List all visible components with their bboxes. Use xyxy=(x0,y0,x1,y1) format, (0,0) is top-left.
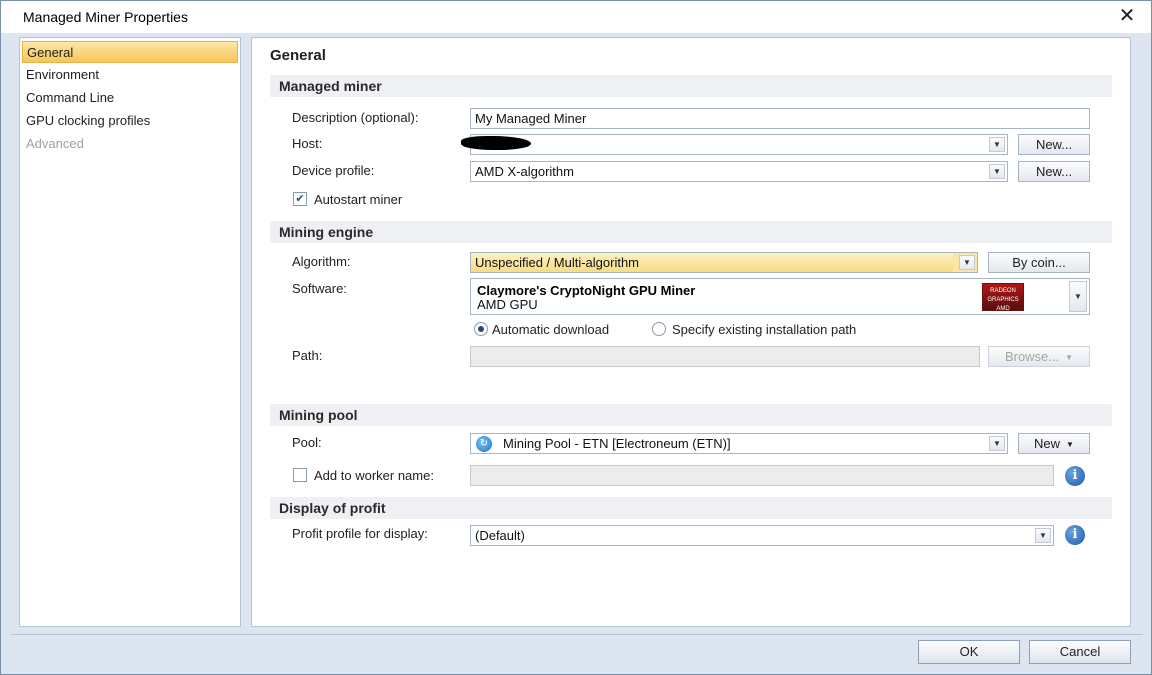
profit-profile-label: Profit profile for display: xyxy=(292,526,428,541)
panel-title: General xyxy=(270,47,326,64)
automatic-download-radio[interactable] xyxy=(474,322,488,336)
algorithm-label: Algorithm: xyxy=(292,254,351,269)
radio-selected-dot xyxy=(478,326,484,332)
description-label: Description (optional): xyxy=(292,110,419,125)
add-worker-label: Add to worker name: xyxy=(314,468,434,483)
host-select[interactable]: ▼ xyxy=(470,134,1008,155)
section-mining-engine: Mining engine xyxy=(270,221,1112,243)
software-subtitle: AMD GPU xyxy=(477,297,538,312)
chevron-down-icon[interactable]: ▼ xyxy=(959,255,975,270)
device-profile-label: Device profile: xyxy=(292,163,375,178)
host-new-button[interactable]: New... xyxy=(1018,134,1090,155)
info-icon[interactable]: i xyxy=(1065,466,1085,486)
description-input[interactable]: My Managed Miner xyxy=(470,108,1090,129)
path-label: Path: xyxy=(292,348,323,363)
algorithm-select[interactable]: Unspecified / Multi-algorithm ▼ xyxy=(470,252,978,273)
ok-button[interactable]: OK xyxy=(918,640,1020,664)
nav-item-environment[interactable]: Environment xyxy=(22,64,238,86)
specify-path-label: Specify existing installation path xyxy=(672,322,857,337)
nav-item-general[interactable]: General xyxy=(22,41,238,63)
automatic-download-label: Automatic download xyxy=(492,322,610,337)
pool-value: Mining Pool - ETN [Electroneum (ETN)] xyxy=(503,436,731,451)
title-bar: Managed Miner Properties ✕ xyxy=(1,1,1151,33)
worker-name-input[interactable] xyxy=(470,465,1054,486)
host-label: Host: xyxy=(292,136,323,151)
section-mining-pool: Mining pool xyxy=(270,404,1112,426)
close-icon[interactable]: ✕ xyxy=(1115,3,1139,29)
chevron-down-icon[interactable]: ▼ xyxy=(989,137,1005,152)
chevron-down-icon: ▼ xyxy=(1066,440,1074,450)
pool-label: Pool: xyxy=(292,435,322,450)
pool-select[interactable]: ↻ Mining Pool - ETN [Electroneum (ETN)] … xyxy=(470,433,1008,454)
cancel-button[interactable]: Cancel xyxy=(1029,640,1131,664)
browse-button-label: Browse... xyxy=(1004,349,1060,364)
algorithm-highlight: Unspecified / Multi-algorithm xyxy=(471,253,953,272)
host-redaction xyxy=(461,136,531,150)
browse-button[interactable]: Browse... ▼ xyxy=(988,346,1090,367)
pool-new-button[interactable]: New ▼ xyxy=(1018,433,1090,454)
software-name: Claymore's CryptoNight GPU Miner xyxy=(477,283,696,298)
chevron-down-icon[interactable]: ▼ xyxy=(1035,528,1051,543)
chevron-down-icon: ▼ xyxy=(1065,353,1074,363)
by-coin-button[interactable]: By coin... xyxy=(988,252,1090,273)
device-profile-select[interactable]: AMD X-algorithm ▼ xyxy=(470,161,1008,182)
section-display-of-profit: Display of profit xyxy=(270,497,1112,519)
autostart-label: Autostart miner xyxy=(314,192,403,207)
nav-item-gpu-clocking-profiles[interactable]: GPU clocking profiles xyxy=(22,110,238,132)
general-panel: General Managed miner Description (optio… xyxy=(251,37,1131,627)
nav-item-command-line[interactable]: Command Line xyxy=(22,87,238,109)
pool-new-label: New xyxy=(1034,436,1061,451)
chevron-down-icon[interactable]: ▼ xyxy=(1069,281,1087,312)
software-select[interactable]: Claymore's CryptoNight GPU Miner AMD GPU… xyxy=(470,278,1090,315)
device-profile-new-button[interactable]: New... xyxy=(1018,161,1090,182)
nav-item-advanced: Advanced xyxy=(26,136,84,151)
autostart-checkbox[interactable]: ✔ xyxy=(293,192,307,206)
specify-path-radio[interactable] xyxy=(652,322,666,336)
profit-profile-value: (Default) xyxy=(475,528,525,543)
add-worker-checkbox[interactable] xyxy=(293,468,307,482)
software-label: Software: xyxy=(292,281,347,296)
properties-window: Managed Miner Properties ✕ General Envir… xyxy=(0,0,1152,675)
chevron-down-icon[interactable]: ▼ xyxy=(989,164,1005,179)
algorithm-value: Unspecified / Multi-algorithm xyxy=(475,255,640,270)
pool-icon: ↻ xyxy=(476,436,492,452)
category-nav: General Environment Command Line GPU clo… xyxy=(19,37,241,627)
profit-profile-select[interactable]: (Default) ▼ xyxy=(470,525,1054,546)
chevron-down-icon[interactable]: ▼ xyxy=(989,436,1005,451)
section-managed-miner: Managed miner xyxy=(270,75,1112,97)
window-title: Managed Miner Properties xyxy=(23,9,188,25)
info-icon[interactable]: i xyxy=(1065,525,1085,545)
path-input[interactable] xyxy=(470,346,980,367)
device-profile-value: AMD X-algorithm xyxy=(475,164,574,179)
radeon-logo-icon: RADEON GRAPHICS AMD xyxy=(982,283,1024,312)
